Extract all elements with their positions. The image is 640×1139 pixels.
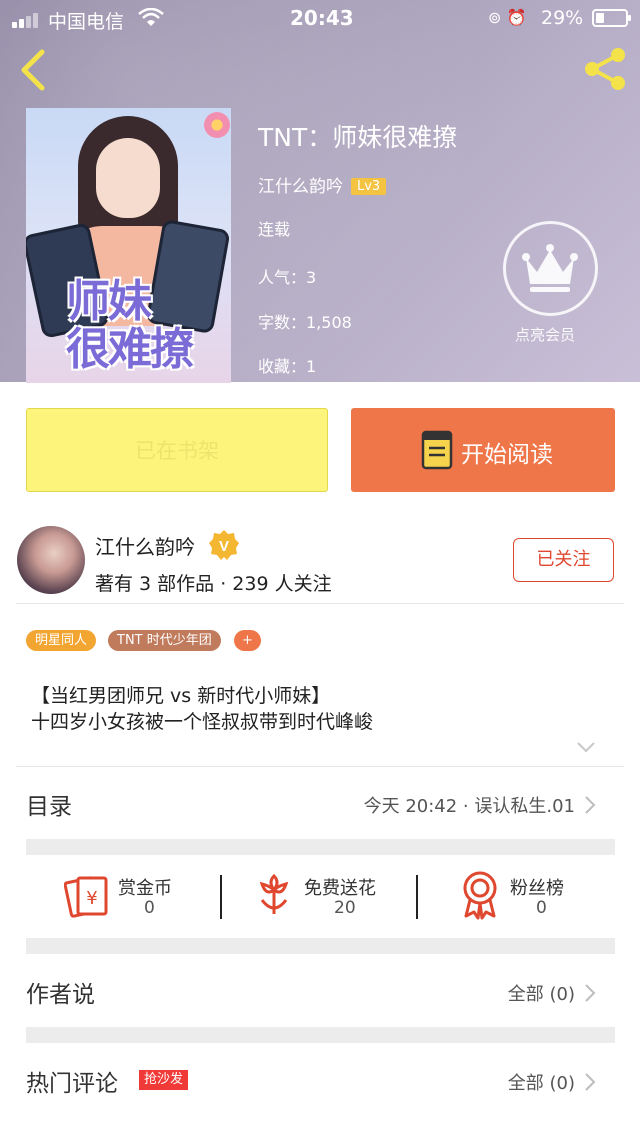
send-flower-count: 20: [334, 898, 356, 918]
share-button[interactable]: [580, 46, 630, 92]
divider: [220, 875, 222, 919]
book-popularity: 人气：3: [258, 268, 317, 287]
chevron-right-icon: [585, 984, 596, 1002]
svg-text:¥: ¥: [86, 888, 97, 909]
sofa-badge: 抢沙发: [139, 1070, 189, 1090]
section-separator: [26, 1027, 615, 1043]
cover-title-art: 师妹 很难撩: [66, 276, 194, 375]
divider: [416, 875, 418, 919]
medal-icon: [463, 871, 497, 920]
svg-text:V: V: [219, 538, 229, 555]
book-status: 连载: [258, 220, 291, 239]
tag-star-fanfic[interactable]: 明星同人: [26, 630, 97, 651]
catalog-label[interactable]: 目录: [26, 787, 72, 821]
vip-button[interactable]: [503, 221, 598, 316]
book-favorites: 收藏：1: [258, 357, 317, 376]
author-says-all[interactable]: 全部 (0): [420, 980, 575, 1006]
book-cover[interactable]: 师妹 很难撩: [26, 108, 231, 383]
section-separator: [26, 938, 615, 954]
flower-icon: [259, 873, 289, 914]
author-name[interactable]: 江什么韵吟: [95, 531, 195, 560]
crown-icon: [522, 244, 578, 292]
add-tag-button[interactable]: +: [234, 630, 261, 651]
clock: 20:43: [290, 6, 354, 30]
author-stats: 著有 3 部作品 · 239 人关注: [95, 573, 332, 595]
status-bar: 中国电信 20:43 ⊚ ⏰ 29%: [0, 0, 640, 38]
send-flower-button[interactable]: 免费送花 20: [256, 870, 406, 920]
back-button[interactable]: [14, 46, 54, 92]
reward-coins-label: 赏金币: [118, 878, 172, 899]
start-reading-label: 开始阅读: [461, 442, 553, 468]
lock-rotation-icon: ⊚ ⏰: [488, 8, 527, 27]
fan-ranking-count: 0: [536, 898, 547, 918]
battery-percent: 29%: [541, 7, 584, 29]
description-line: 【当红男团师兄 vs 新时代小师妹】: [31, 685, 331, 707]
chevron-left-icon: [21, 49, 45, 91]
start-reading-button[interactable]: 开始阅读: [351, 408, 615, 492]
book-author-name: 江什么韵吟: [258, 177, 343, 197]
fan-ranking-button[interactable]: 粉丝榜 0: [460, 870, 590, 920]
signal-icon: [12, 12, 42, 28]
author-says-label[interactable]: 作者说: [26, 975, 95, 1009]
chevron-right-icon: [585, 796, 596, 814]
book-icon: [421, 430, 453, 470]
verified-v-icon: V: [209, 530, 239, 560]
wifi-icon: [138, 8, 164, 26]
tag-tnt[interactable]: TNT 时代少年团: [108, 630, 221, 651]
book-word-count: 字数：1,508: [258, 313, 352, 332]
book-author-line[interactable]: 江什么韵吟 Lv3: [258, 172, 387, 197]
vip-label: 点亮会员: [515, 326, 576, 344]
description-line: 十四岁小女孩被一个怪叔叔带到时代峰峻: [31, 711, 374, 733]
avatar[interactable]: [17, 526, 85, 594]
carrier-label: 中国电信: [48, 11, 125, 33]
book-title: TNT：师妹很难撩: [258, 123, 458, 152]
reward-coins-count: 0: [144, 898, 155, 918]
author-level-badge: Lv3: [351, 178, 387, 195]
catalog-latest-chapter[interactable]: 今天 20:42 · 误认私生.01: [300, 792, 575, 818]
share-icon: [585, 48, 625, 90]
chevron-down-icon[interactable]: [576, 740, 596, 754]
in-bookshelf-button[interactable]: 已在书架: [26, 408, 328, 492]
fan-ranking-label: 粉丝榜: [510, 878, 564, 899]
hot-comments-label[interactable]: 热门评论: [26, 1064, 118, 1098]
divider: [16, 766, 624, 767]
reward-coins-button[interactable]: ¥ 赏金币 0: [64, 870, 194, 920]
chevron-right-icon: [585, 1073, 596, 1091]
follow-button[interactable]: 已关注: [513, 538, 614, 582]
send-flower-label: 免费送花: [304, 878, 376, 899]
book-description: 【当红男团师兄 vs 新时代小师妹】 十四岁小女孩被一个怪叔叔带到时代峰峻: [31, 683, 373, 735]
red-envelope-icon: ¥: [64, 876, 108, 918]
divider: [16, 603, 624, 604]
section-separator: [26, 839, 615, 855]
battery-icon: [592, 9, 631, 27]
flower-decoration: [204, 112, 230, 138]
hot-comments-all[interactable]: 全部 (0): [420, 1069, 575, 1095]
